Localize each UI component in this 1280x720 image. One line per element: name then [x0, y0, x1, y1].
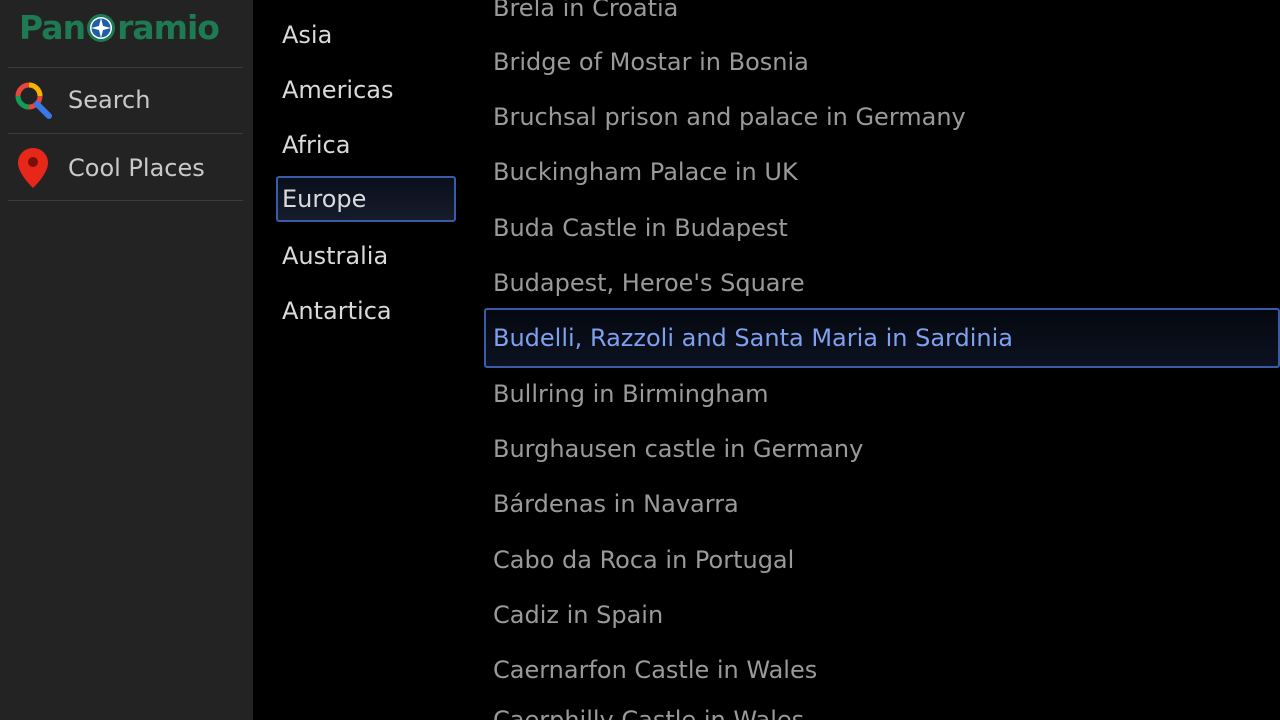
region-item-antartica[interactable]: Antartica [276, 288, 456, 334]
place-item[interactable]: Caernarfon Castle in Wales [484, 642, 1280, 698]
map-pin-icon [12, 147, 54, 189]
place-list[interactable]: Brela in Croatia Bridge of Mostar in Bos… [478, 0, 1280, 720]
compass-globe-icon [86, 12, 116, 42]
place-item-selected[interactable]: Budelli, Razzoli and Santa Maria in Sard… [484, 308, 1280, 368]
sidebar-item-cool-places[interactable]: Cool Places [8, 136, 243, 200]
region-item-europe[interactable]: Europe [276, 176, 456, 222]
panoramio-logo: Pan ramio [19, 6, 220, 48]
place-item[interactable]: Bruchsal prison and palace in Germany [484, 89, 1280, 145]
sidebar-divider [8, 200, 243, 201]
place-item[interactable]: Bárdenas in Navarra [484, 476, 1280, 532]
sidebar-item-label: Cool Places [68, 154, 205, 182]
sidebar-divider [8, 133, 243, 134]
place-item[interactable]: Brela in Croatia [484, 0, 1280, 36]
place-item[interactable]: Bridge of Mostar in Bosnia [484, 34, 1280, 90]
place-item[interactable]: Buda Castle in Budapest [484, 200, 1280, 256]
place-item[interactable]: Buckingham Palace in UK [484, 144, 1280, 200]
app-window: Pan ramio Search Cool Places Asia Americ… [0, 0, 1280, 720]
region-item-asia[interactable]: Asia [276, 12, 456, 58]
place-item[interactable]: Cadiz in Spain [484, 587, 1280, 643]
region-item-africa[interactable]: Africa [276, 122, 456, 168]
place-item[interactable]: Caerphilly Castle in Wales [484, 692, 1280, 720]
region-list: Asia Americas Africa Europe Australia An… [253, 0, 478, 720]
sidebar-item-label: Search [68, 86, 151, 114]
place-item[interactable]: Cabo da Roca in Portugal [484, 532, 1280, 588]
region-item-americas[interactable]: Americas [276, 67, 456, 113]
region-item-australia[interactable]: Australia [276, 233, 456, 279]
place-item[interactable]: Bullring in Birmingham [484, 366, 1280, 422]
sidebar: Pan ramio Search Cool Places [0, 0, 253, 720]
logo-text-left: Pan [19, 7, 86, 47]
sidebar-item-search[interactable]: Search [8, 68, 243, 132]
logo-text-right: ramio [117, 7, 220, 47]
place-item[interactable]: Budapest, Heroe's Square [484, 255, 1280, 311]
place-item[interactable]: Burghausen castle in Germany [484, 421, 1280, 477]
search-icon [12, 79, 54, 121]
